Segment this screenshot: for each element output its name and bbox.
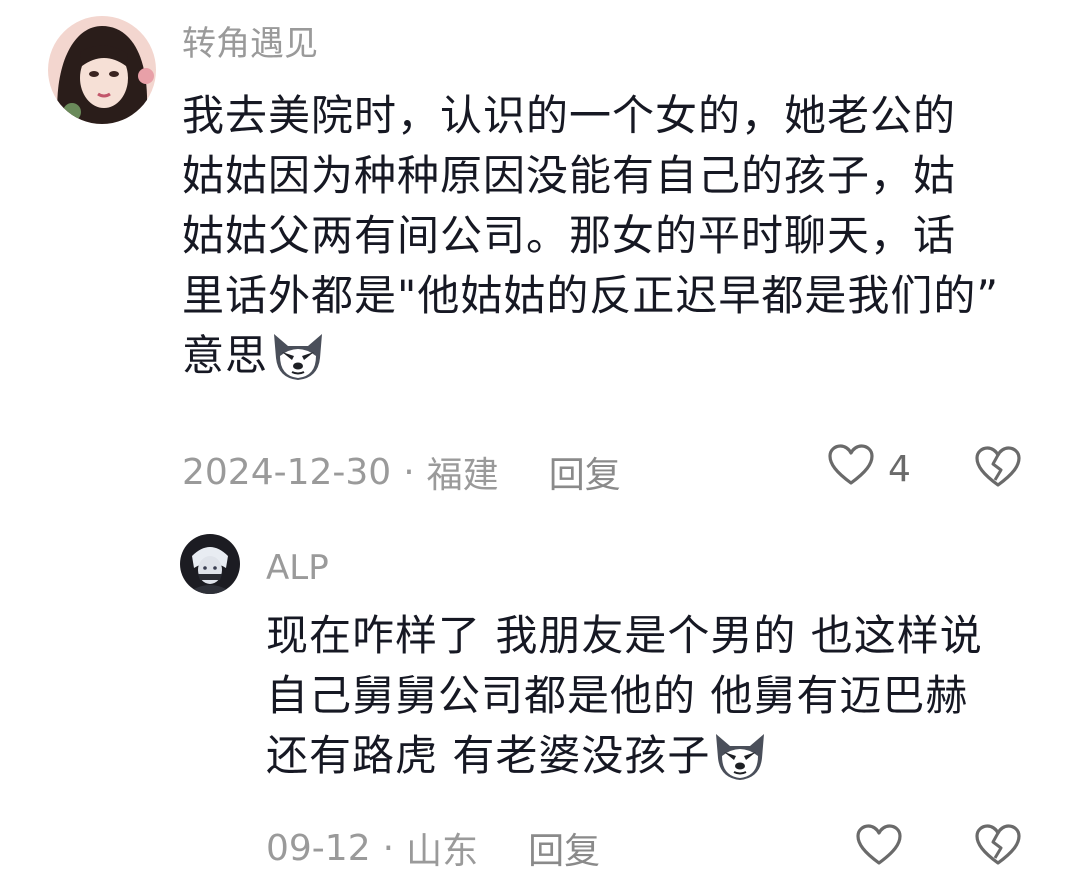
comment-date: 2024-12-30: [182, 451, 392, 493]
avatar[interactable]: [48, 16, 156, 124]
username[interactable]: ALP: [266, 548, 329, 588]
reply-text: 现在咋样了 我朋友是个男的 也这样说 自己舅舅公司都是他的 他舅有迈巴赫 还有路…: [266, 606, 1056, 800]
comment-text: 我去美院时，认识的一个女的，她老公的 姑姑因为种种原因没能有自己的孩子，姑 姑姑…: [182, 86, 1062, 400]
broken-heart-icon: [975, 824, 1021, 870]
wolf-face-emoji-icon: [270, 330, 326, 400]
broken-heart-icon: [975, 446, 1021, 492]
comment-meta: 2024-12-30 · 福建 回复: [182, 446, 621, 498]
avatar[interactable]: [180, 534, 240, 594]
reply-meta: 09-12 · 山东 回复: [266, 822, 600, 874]
comment-text-line: 里话外都是"他姑姑的反正迟早都是我们的”: [182, 271, 1000, 320]
dislike-button[interactable]: [975, 824, 1021, 870]
reply-text-line: 自己舅舅公司都是他的 他舅有迈巴赫: [266, 671, 969, 720]
reply-location: 山东: [406, 831, 479, 872]
comment-text-line: 姑姑父两有间公司。那女的平时聊天，话: [182, 211, 957, 260]
comment-location: 福建: [426, 455, 499, 496]
reply-text-line: 现在咋样了 我朋友是个男的 也这样说: [266, 611, 983, 660]
like-button[interactable]: 4: [828, 444, 911, 495]
comment-text-line: 我去美院时，认识的一个女的，她老公的: [182, 91, 957, 140]
comment-text-line: 姑姑因为种种原因没能有自己的孩子，姑: [182, 151, 957, 200]
reply-text-line: 还有路虎 有老婆没孩子: [266, 731, 711, 780]
comment-text-line: 意思: [182, 331, 269, 380]
reply-date: 09-12: [266, 827, 371, 869]
like-button[interactable]: [856, 824, 902, 875]
meta-separator: ·: [403, 451, 415, 493]
username[interactable]: 转角遇见: [182, 24, 318, 64]
reply-button[interactable]: 回复: [549, 446, 621, 498]
dislike-button[interactable]: [975, 446, 1021, 492]
like-count: 4: [888, 449, 911, 490]
wolf-face-emoji-icon: [712, 730, 768, 800]
meta-separator: ·: [382, 827, 395, 869]
heart-outline-icon: [828, 444, 874, 495]
reply-button[interactable]: 回复: [528, 822, 600, 874]
heart-outline-icon: [856, 824, 902, 875]
